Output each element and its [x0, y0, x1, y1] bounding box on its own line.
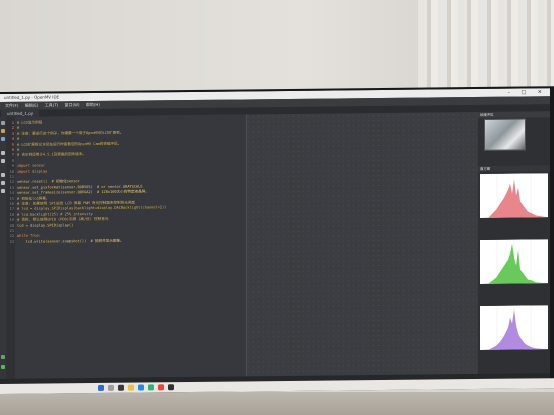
cut-icon[interactable]	[1, 172, 5, 177]
window-title: untitled_1.py - OpenMV IDE	[4, 94, 60, 100]
histogram-header: 直方图	[478, 165, 550, 172]
line-number: 3	[11, 131, 14, 136]
minimize-button[interactable]: –	[507, 90, 515, 96]
line-number: 6	[11, 147, 14, 152]
line-number: 19	[9, 218, 14, 223]
code-line: # 该示例适用于4.5.1及更高的固件版本。	[17, 152, 87, 158]
app-icon[interactable]	[158, 384, 164, 391]
line-number: 13	[9, 185, 14, 190]
histogram-title: 直方图	[480, 166, 491, 171]
line-number: 18	[9, 212, 14, 217]
code-line: import display	[17, 169, 48, 174]
line-number: 21	[9, 228, 14, 233]
histogram-g	[480, 239, 548, 292]
open-file-icon[interactable]	[1, 128, 5, 133]
line-number: 1	[11, 120, 14, 125]
connect-icon[interactable]	[1, 354, 5, 359]
curtain	[418, 0, 554, 100]
code-line: while True:	[17, 233, 41, 239]
editor-split-divider[interactable]	[246, 114, 247, 377]
line-number: 9	[11, 164, 14, 169]
line-number: 12	[9, 180, 14, 185]
line-number: 2	[11, 126, 14, 131]
menu-file[interactable]: 文件(F)	[5, 103, 18, 108]
editor-texture	[246, 111, 478, 377]
histogram-r	[480, 173, 548, 226]
code-line: lcd.write(sensor.snapshot()) # 拍照并显示图像。	[17, 238, 124, 244]
code-line: # 注意：要运行这个例子，你需要一个用于OpenMV的LCD扩展板。	[17, 130, 124, 136]
maximize-button[interactable]: □	[521, 89, 531, 95]
menu-tools[interactable]: 工具(T)	[45, 102, 59, 107]
framebuffer-title: 帧缓冲区	[480, 112, 494, 117]
line-number: 16	[9, 201, 14, 206]
menu-help[interactable]: 帮助(H)	[86, 102, 100, 107]
line-number: 15	[9, 196, 14, 201]
menu-window[interactable]: 窗口(W)	[65, 102, 80, 107]
undo-icon[interactable]	[1, 150, 5, 155]
search-icon[interactable]	[108, 384, 114, 391]
desk	[0, 392, 554, 415]
code-line: # lcd = display.SPIDisplay(backlight=dis…	[17, 205, 167, 212]
code-line: # LCD显示例程	[17, 120, 43, 125]
paste-icon[interactable]	[1, 188, 5, 193]
file-explorer-icon[interactable]	[128, 384, 134, 391]
line-number: 17	[9, 207, 14, 212]
line-number: 8	[11, 158, 14, 163]
photo-scene: untitled_1.py - OpenMV IDE – □ ✕ 文件(F) 编…	[0, 0, 554, 415]
save-file-icon[interactable]	[1, 136, 5, 141]
code-line: import sensor	[17, 163, 46, 169]
line-number: 4	[11, 137, 14, 142]
code-line: #	[17, 126, 20, 131]
line-number: 20	[9, 223, 14, 228]
start-icon[interactable]	[98, 384, 104, 391]
close-button[interactable]: ✕	[538, 89, 547, 95]
histogram-plot	[480, 239, 548, 284]
code-line: #	[17, 147, 20, 152]
ide-window: untitled_1.py - OpenMV IDE – □ ✕ 文件(F) 编…	[0, 88, 550, 386]
line-number: 11	[9, 174, 14, 179]
code-line: # LCD扩展板允许您在运行时查看您的OpenMV Cam的帧缓冲区。	[17, 141, 122, 147]
task-view-icon[interactable]	[118, 384, 124, 391]
code-line: sensor.set_framesize(sensor.QQVGA2) # 12…	[17, 189, 149, 196]
line-number: 22	[9, 234, 14, 239]
code-line: #	[17, 136, 20, 142]
line-number: 10	[9, 169, 14, 174]
code-editor[interactable]: 1 2 3 4 5 6 7 8 9 10 11 12 13 14 15 16 17 18 19 20 21 22 23 # …	[6, 114, 246, 379]
line-number: 14	[9, 191, 14, 196]
monitor: untitled_1.py - OpenMV IDE – □ ✕ 文件(F) 编…	[0, 86, 554, 395]
new-file-icon[interactable]	[1, 120, 5, 125]
right-panel: 帧缓冲区 直方图	[478, 111, 550, 374]
line-number: 23	[9, 239, 14, 244]
histogram-b	[480, 305, 548, 358]
run-icon[interactable]	[1, 364, 5, 369]
histogram-plot	[480, 173, 548, 218]
edge-icon[interactable]	[138, 384, 144, 391]
line-number-gutter: 1 2 3 4 5 6 7 8 9 10 11 12 13 14 15 16 17 18 19 20 21 22 23	[6, 116, 15, 379]
histogram-plot	[480, 305, 548, 350]
line-number: 7	[11, 153, 14, 158]
code-line: lcd = display.SPIDisplay()	[17, 222, 74, 228]
copy-icon[interactable]	[1, 180, 5, 185]
framebuffer-header: 帧缓冲区	[478, 111, 550, 118]
redo-icon[interactable]	[1, 158, 5, 163]
framebuffer-preview	[484, 118, 526, 151]
openmv-ide-icon[interactable]	[168, 384, 174, 391]
wechat-icon[interactable]	[148, 384, 154, 391]
menu-edit[interactable]: 编辑(E)	[25, 103, 39, 108]
code-line: # lcd.backlight(25) # 25% intensity	[17, 211, 93, 217]
line-number: 5	[11, 142, 14, 147]
